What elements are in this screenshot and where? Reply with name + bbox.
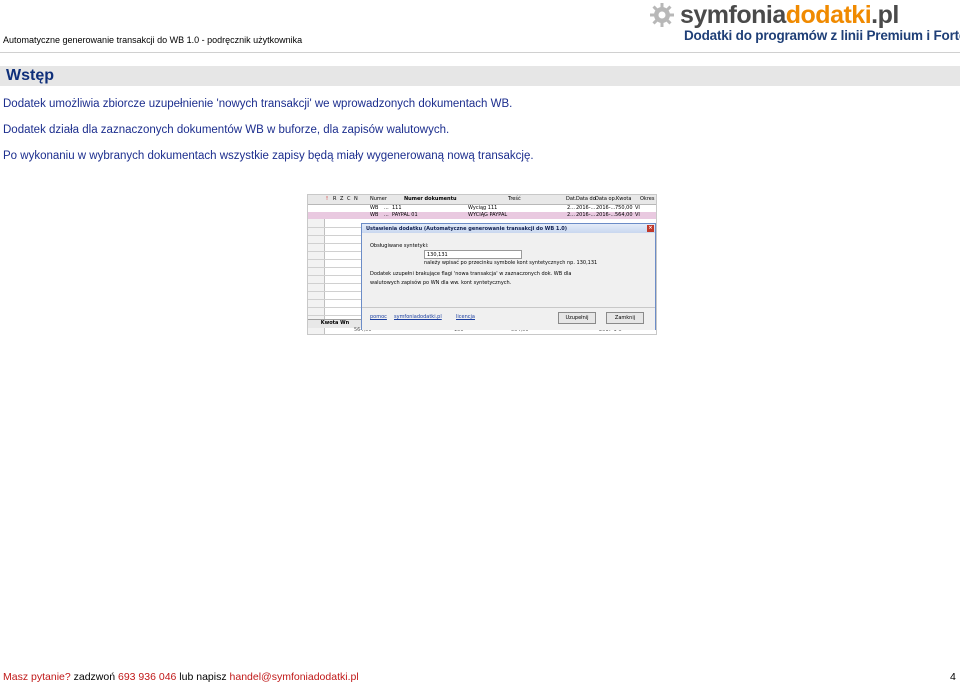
close-icon[interactable]: ×	[647, 225, 654, 232]
grid-col-c: C	[347, 196, 351, 202]
grid-col-flag: !	[326, 196, 329, 202]
footer-question: Masz pytanie?	[3, 671, 71, 683]
syntetyki-input[interactable]: 130,131	[424, 250, 522, 259]
grid-col-dat: Dat.	[566, 196, 577, 202]
grid-col-kwota: Kwota	[616, 196, 632, 202]
website-link[interactable]: symfoniadodatki.pl	[394, 314, 442, 320]
dialog-description-2: walutowych zapisów po WN dla ww. kont sy…	[370, 280, 512, 286]
symfoniadodatki-logo: symfoniadodatki.pl Dodatki do programów …	[650, 1, 960, 45]
grid-col-r: R	[333, 196, 337, 202]
license-link[interactable]: licencja	[456, 314, 475, 320]
dialog-title-bar: Ustawienia dodatku (Automatyczne generow…	[362, 224, 655, 233]
gear-icon	[650, 3, 674, 27]
logo-wordmark: symfoniadodatki.pl	[680, 1, 899, 29]
settings-dialog: Ustawienia dodatku (Automatyczne generow…	[361, 223, 656, 330]
grid-col-z: Z	[340, 196, 344, 202]
section-title: Wstęp	[6, 67, 54, 84]
paragraph-2: Dodatek działa dla zaznaczonych dokument…	[3, 124, 450, 136]
grid-col-data-op: Data op.	[595, 196, 617, 202]
syntetyki-hint: należy wpisać po przecinku symbole kont …	[424, 260, 598, 266]
paragraph-1: Dodatek umożliwia zbiorcze uzupełnienie …	[3, 98, 513, 110]
grid-col-n: N	[354, 196, 358, 202]
footer-email-link[interactable]: handel@symfoniadodatki.pl	[230, 671, 359, 683]
grid-col-data-do: Data do	[576, 196, 596, 202]
page-number: 4	[950, 671, 956, 683]
grid-col-tresc: Treść	[508, 196, 521, 202]
embedded-screenshot: ! R Z C N Numer Numer dokumentu Treść Da…	[307, 194, 657, 335]
fill-button[interactable]: Uzupełnij	[558, 312, 596, 324]
dialog-footer: pomoc symfoniadodatki.pl licencja Uzupeł…	[362, 307, 655, 330]
grid-header: ! R Z C N Numer Numer dokumentu Treść Da…	[308, 195, 656, 205]
footer-or-write: lub napisz	[176, 671, 230, 683]
syntetyki-label: Obsługiwane syntetyki:	[370, 243, 429, 249]
help-link[interactable]: pomoc	[370, 314, 387, 320]
footer-phone[interactable]: 693 936 046	[118, 671, 176, 683]
grid-col-numer: Numer	[370, 196, 387, 202]
dialog-body: Obsługiwane syntetyki: 130,131 należy wp…	[362, 233, 655, 307]
grid-lines	[308, 219, 362, 319]
header-divider	[0, 52, 960, 53]
footer-call-text: zadzwoń	[70, 671, 118, 683]
table-row: WB ... PAYPAL 01 WYCIĄG PAYPAL 2... 2016…	[308, 212, 656, 219]
paragraph-3: Po wykonaniu w wybranych dokumentach wsz…	[3, 150, 534, 162]
logo-tagline: Dodatki do programów z linii Premium i F…	[684, 28, 960, 43]
page-footer: Masz pytanie? zadzwoń 693 936 046 lub na…	[3, 671, 359, 683]
table-row: WB ... 111 Wyciąg 111 2... 2016-... 2016…	[308, 205, 656, 212]
grid-col-okres: Okres	[640, 196, 655, 202]
dialog-title: Ustawienia dodatku (Automatyczne generow…	[366, 226, 568, 232]
dialog-description-1: Dodatek uzupełni brakujące flagi 'nowa t…	[370, 271, 572, 277]
section-heading-bar: Wstęp	[0, 66, 960, 86]
document-header-title: Automatyczne generowanie transakcji do W…	[3, 35, 303, 45]
close-button[interactable]: Zamknij	[606, 312, 644, 324]
grid-col-numer-dokumentu: Numer dokumentu	[404, 196, 457, 202]
